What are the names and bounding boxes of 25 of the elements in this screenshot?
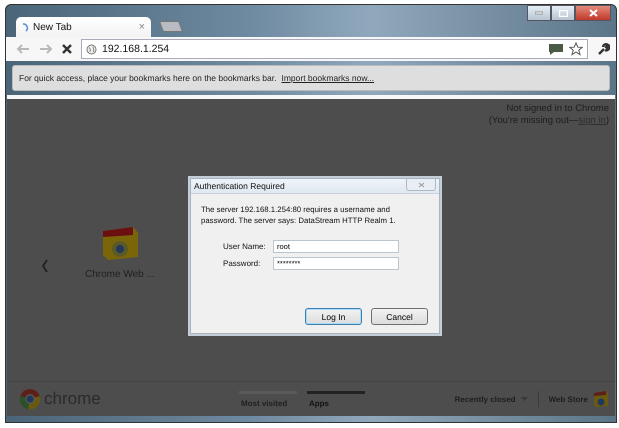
close-icon — [418, 182, 424, 188]
bookmarks-message: For quick access, place your bookmarks here on the bookmarks bar. — [19, 73, 276, 83]
chrome-logo-icon — [19, 388, 41, 410]
star-icon[interactable] — [569, 42, 583, 56]
sign-in-note-end: ) — [606, 115, 609, 126]
loading-icon — [22, 22, 30, 32]
wrench-icon[interactable] — [597, 42, 610, 56]
address-bar[interactable]: 192.168.1.254 — [81, 39, 588, 59]
stop-icon[interactable] — [62, 44, 72, 54]
maximize-icon — [558, 10, 568, 16]
maximize-button[interactable] — [551, 5, 575, 21]
login-button[interactable]: Log In — [305, 308, 362, 325]
close-button[interactable] — [575, 5, 611, 21]
dialog-title: Authentication Required — [194, 181, 285, 191]
import-bookmarks-link[interactable]: Import bookmarks now... — [281, 73, 374, 83]
browser-tab[interactable]: New Tab × — [16, 17, 151, 37]
tab-title: New Tab — [33, 22, 73, 32]
globe-icon — [86, 44, 97, 54]
field-label: Password: — [223, 259, 262, 268]
minimize-icon — [535, 11, 543, 15]
address-text: 192.168.1.254 — [102, 43, 170, 55]
field-label: User Name: — [223, 242, 267, 251]
close-icon — [588, 9, 598, 17]
cancel-button[interactable]: Cancel — [371, 308, 428, 325]
minimize-button[interactable] — [527, 5, 551, 21]
